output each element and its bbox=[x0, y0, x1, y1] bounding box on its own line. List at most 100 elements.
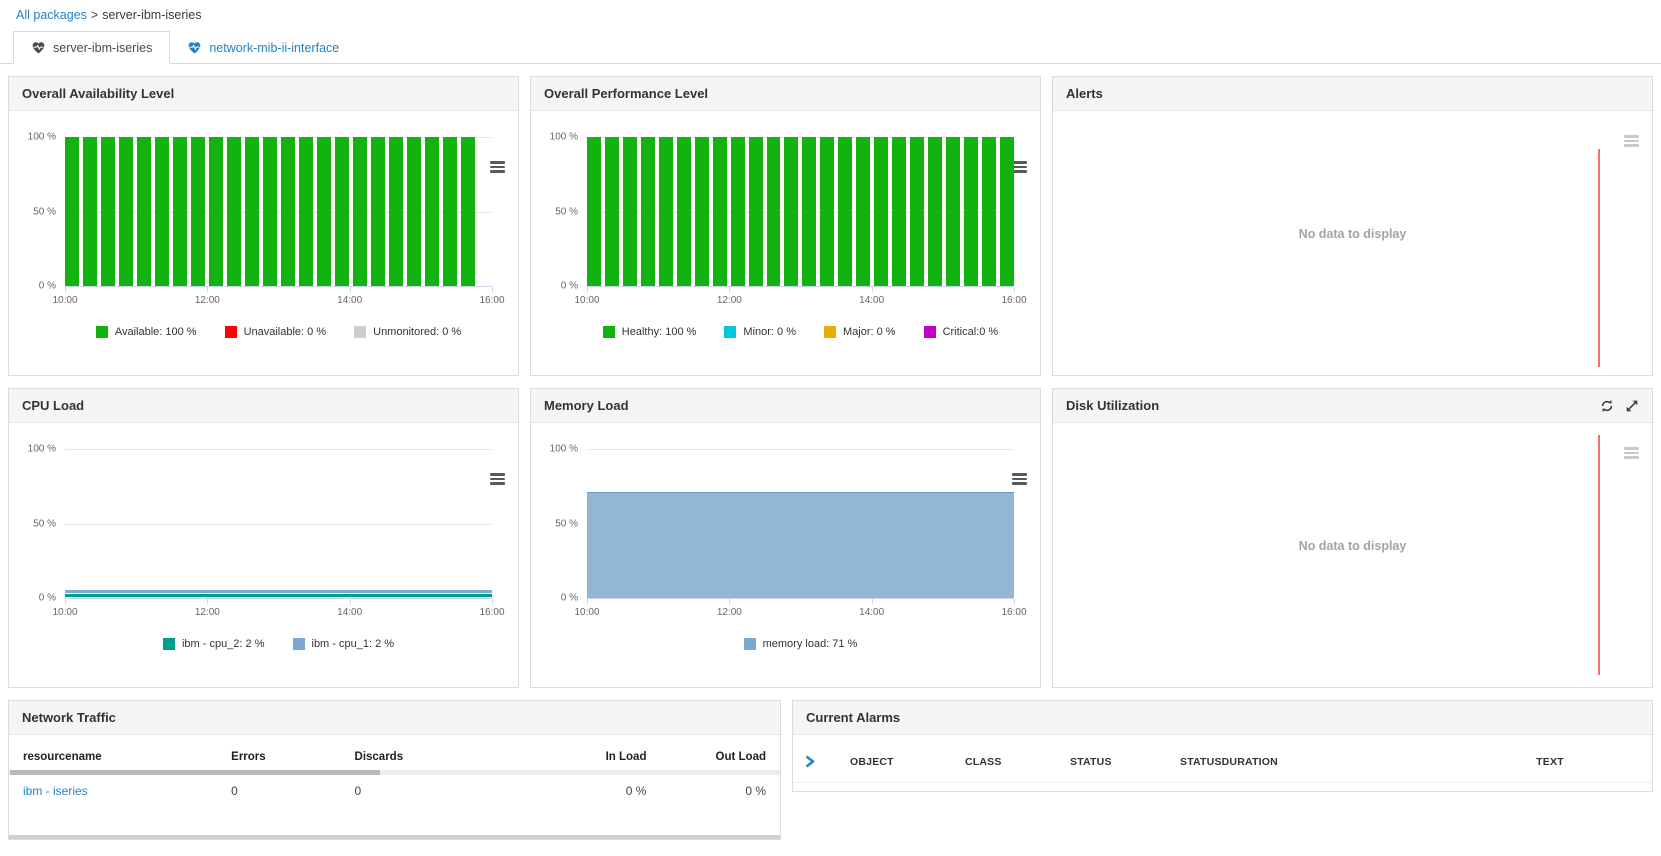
gridline bbox=[65, 449, 492, 450]
table-row: ibm - iseries 0 0 0 % 0 % bbox=[9, 775, 780, 806]
chart-menu-icon[interactable] bbox=[1624, 447, 1639, 461]
panel-overall-availability: Overall Availability Level 100 % 50 % 0 % … bbox=[8, 76, 519, 376]
bar bbox=[784, 137, 799, 286]
bar bbox=[245, 137, 259, 286]
bar bbox=[874, 137, 889, 286]
panel-memory-load: Memory Load 100 % 50 % 0 % 10:00 12:00 14:00… bbox=[530, 388, 1041, 688]
legend-item[interactable]: Critical:0 % bbox=[923, 326, 999, 338]
legend-swatch bbox=[95, 326, 108, 338]
x-axis-label: 14:00 bbox=[337, 607, 363, 618]
memory-load-chart: 100 % 50 % 0 % 10:00 12:00 14:00 16:00 memory… bbox=[550, 444, 1027, 650]
bar bbox=[425, 137, 439, 286]
bar bbox=[317, 137, 331, 286]
gridline bbox=[65, 523, 492, 525]
legend-item[interactable]: ibm - cpu_2: 2 % bbox=[162, 638, 265, 650]
column-header: Errors bbox=[231, 751, 266, 763]
bar bbox=[802, 137, 817, 286]
breadcrumb: All packages > server-ibm-iseries bbox=[0, 0, 1661, 27]
x-axis-tick bbox=[587, 599, 588, 604]
bar bbox=[461, 137, 475, 286]
legend-item[interactable]: Major: 0 % bbox=[823, 326, 896, 338]
cpu-load-chart: 100 % 50 % 0 % 10:00 12:00 14:00 16:00 ibm - … bbox=[28, 444, 505, 650]
bar bbox=[155, 137, 169, 286]
bar bbox=[981, 137, 996, 286]
tab-server-ibm-iseries[interactable]: server-ibm-iseries bbox=[13, 31, 171, 64]
x-axis-label: 10:00 bbox=[52, 607, 78, 618]
legend-label: Minor: 0 % bbox=[743, 326, 796, 338]
legend-item[interactable]: Minor: 0 % bbox=[724, 326, 796, 338]
bar bbox=[173, 137, 187, 286]
y-axis-label: 0 % bbox=[560, 592, 578, 604]
chart-menu-icon[interactable] bbox=[1012, 161, 1027, 175]
heartbeat-icon bbox=[32, 42, 45, 54]
bar-series bbox=[587, 137, 1014, 286]
x-axis-tick bbox=[65, 599, 66, 604]
y-axis-label: 0 % bbox=[38, 592, 56, 604]
scrollbar-thumb[interactable] bbox=[10, 770, 381, 775]
panel-title: Network Traffic bbox=[9, 701, 780, 735]
bar bbox=[730, 137, 745, 286]
bar bbox=[281, 137, 295, 286]
column-header: CLASS bbox=[965, 755, 1002, 768]
breadcrumb-all-packages-link[interactable]: All packages bbox=[16, 8, 87, 22]
chart-menu-icon[interactable] bbox=[490, 161, 505, 175]
x-axis-label: 10:00 bbox=[52, 295, 78, 306]
legend-label: Major: 0 % bbox=[842, 326, 896, 338]
x-axis-label: 12:00 bbox=[716, 607, 742, 618]
bar bbox=[83, 137, 97, 286]
bar bbox=[892, 137, 907, 286]
breadcrumb-separator: > bbox=[90, 8, 99, 22]
bar bbox=[371, 137, 385, 286]
x-axis-tick bbox=[492, 599, 493, 604]
expand-icon[interactable] bbox=[1625, 399, 1639, 413]
chart-menu-icon[interactable] bbox=[490, 473, 505, 487]
panel-bottom-scrollbar[interactable] bbox=[9, 835, 780, 839]
legend-label: Unmonitored: 0 % bbox=[373, 326, 462, 338]
legend-label: Unavailable: 0 % bbox=[243, 326, 327, 338]
bar bbox=[263, 137, 277, 286]
bar bbox=[119, 137, 133, 286]
bar bbox=[766, 137, 781, 286]
x-axis-label: 16:00 bbox=[1001, 295, 1027, 306]
expand-row-chevron-icon[interactable] bbox=[805, 755, 850, 768]
legend-item[interactable]: Unmonitored: 0 % bbox=[354, 326, 461, 338]
column-header: TEXT bbox=[1536, 755, 1564, 768]
network-traffic-table-body: ibm - iseries 0 0 0 % 0 % bbox=[9, 775, 780, 806]
x-axis-tick bbox=[207, 287, 209, 292]
panel-title: Overall Availability Level bbox=[9, 77, 518, 111]
legend-label: ibm - cpu_1: 2 % bbox=[311, 638, 395, 650]
series-area bbox=[587, 492, 1014, 598]
bar bbox=[65, 137, 79, 286]
legend-label: ibm - cpu_2: 2 % bbox=[181, 638, 265, 650]
legend-item[interactable]: Unavailable: 0 % bbox=[224, 326, 327, 338]
heartbeat-icon bbox=[188, 42, 201, 54]
bar bbox=[227, 137, 241, 286]
legend-item[interactable]: Healthy: 100 % bbox=[602, 326, 696, 338]
x-axis-tick bbox=[871, 599, 873, 604]
tab-network-mib-ii-interface[interactable]: network-mib-ii-interface bbox=[170, 32, 356, 63]
chart-menu-icon[interactable] bbox=[1624, 135, 1639, 149]
x-axis-tick bbox=[1014, 287, 1015, 292]
empty-chart-axis-line bbox=[1598, 435, 1600, 675]
chart-menu-icon[interactable] bbox=[1012, 473, 1027, 487]
x-axis-label: 14:00 bbox=[337, 295, 363, 306]
bar bbox=[640, 137, 655, 286]
legend-item[interactable]: memory load: 71 % bbox=[743, 638, 857, 650]
column-header: In Load bbox=[605, 751, 647, 763]
bar bbox=[964, 137, 978, 286]
resource-link[interactable]: ibm - iseries bbox=[23, 784, 88, 798]
x-axis-label: 12:00 bbox=[194, 607, 220, 618]
y-axis-label: 100 % bbox=[549, 443, 578, 455]
legend-item[interactable]: Available: 100 % bbox=[95, 326, 197, 338]
refresh-icon[interactable] bbox=[1600, 399, 1614, 413]
panel-title: Alerts bbox=[1053, 77, 1652, 111]
panel-title: Current Alarms bbox=[793, 701, 1652, 735]
bar bbox=[820, 137, 835, 286]
legend-item[interactable]: ibm - cpu_1: 2 % bbox=[292, 638, 395, 650]
legend-swatch bbox=[292, 638, 305, 650]
bar bbox=[587, 137, 601, 286]
bar bbox=[335, 137, 349, 286]
legend-label: Critical:0 % bbox=[942, 326, 999, 338]
y-axis-label: 0 % bbox=[560, 280, 578, 292]
tab-label: network-mib-ii-interface bbox=[209, 41, 340, 55]
